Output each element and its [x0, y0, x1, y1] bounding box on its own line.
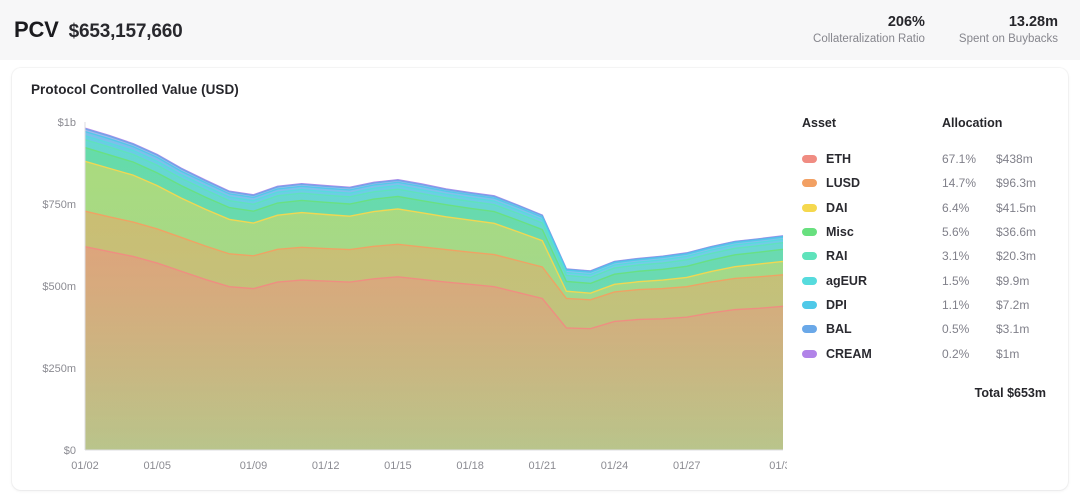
- y-axis-tick-label: $1b: [58, 117, 76, 129]
- legend-allocation-usd: $7.2m: [996, 297, 1030, 312]
- legend-row[interactable]: LUSD 14.7% $96.3m: [802, 171, 1052, 195]
- legend-row[interactable]: ETH 67.1% $438m: [802, 147, 1052, 171]
- legend-row[interactable]: agEUR 1.5% $9.9m: [802, 268, 1052, 292]
- legend-color-swatch-icon: [802, 179, 817, 188]
- legend-allocation-percent: 3.1%: [942, 249, 970, 264]
- x-axis-tick-label: 01/31: [769, 460, 787, 472]
- legend-allocation-usd: $1m: [996, 346, 1020, 361]
- legend-asset-name: CREAM: [826, 346, 872, 361]
- legend-col-asset: Asset: [802, 116, 837, 130]
- page-header: PCV $653,157,660 206% Collateralization …: [0, 0, 1080, 60]
- legend-allocation-percent: 6.4%: [942, 200, 970, 215]
- legend-asset-name: DPI: [826, 297, 847, 312]
- y-axis-tick-label: $250m: [42, 363, 76, 375]
- legend-allocation-usd: $96.3m: [996, 176, 1037, 191]
- y-axis-tick-label: $0: [64, 445, 76, 457]
- legend-asset-cell: RAI: [802, 249, 942, 263]
- legend-color-swatch-icon: [802, 252, 817, 261]
- x-axis-tick-label: 01/27: [673, 460, 701, 472]
- legend-allocation-percent: 5.6%: [942, 225, 970, 240]
- legend-header-row: Asset Allocation: [802, 112, 1052, 134]
- legend-allocation-percent: 1.1%: [942, 297, 970, 312]
- stat-spent-on-buybacks-value: 13.28m: [1008, 13, 1058, 30]
- stat-collateralization-ratio-value: 206%: [887, 13, 925, 30]
- legend-rows: ETH 67.1% $438m LUSD 14.7% $96.3m DAI 6.4% $41.5…: [802, 147, 1052, 366]
- legend-asset-cell: DPI: [802, 298, 942, 312]
- legend-row[interactable]: CREAM 0.2% $1m: [802, 341, 1052, 365]
- legend-asset-cell: BAL: [802, 322, 942, 336]
- legend-total: Total $653m: [974, 385, 1046, 400]
- x-axis-tick-label: 01/18: [456, 460, 484, 472]
- chart-area[interactable]: $0 $250m $500m $750m $1b 01/02 01/05 01/09 01/12…: [12, 110, 787, 490]
- page-title: PCV: [14, 17, 59, 42]
- legend-asset-name: RAI: [826, 249, 848, 264]
- legend-color-swatch-icon: [802, 155, 817, 164]
- legend-color-swatch-icon: [802, 203, 817, 212]
- legend-allocation-usd: $9.9m: [996, 273, 1030, 288]
- legend-asset-name: Misc: [826, 225, 854, 240]
- stat-spent-on-buybacks-label: Spent on Buybacks: [958, 32, 1058, 45]
- legend-color-swatch-icon: [802, 325, 817, 334]
- x-axis-tick-label: 01/02: [71, 460, 99, 472]
- pcv-chart-card: Protocol Controlled Value (USD) $0 $250m $…: [12, 68, 1068, 490]
- legend-color-swatch-icon: [802, 228, 817, 237]
- legend-asset-cell: LUSD: [802, 176, 942, 190]
- header-stats: 206% Collateralization Ratio 13.28m Spen…: [813, 13, 1058, 48]
- legend-row[interactable]: Misc 5.6% $36.6m: [802, 220, 1052, 244]
- legend-row[interactable]: DPI 1.1% $7.2m: [802, 293, 1052, 317]
- y-axis-tick-label: $750m: [42, 199, 76, 211]
- legend-row[interactable]: DAI 6.4% $41.5m: [802, 196, 1052, 220]
- legend-allocation-percent: 0.5%: [942, 322, 970, 337]
- legend-allocation-percent: 1.5%: [942, 273, 970, 288]
- x-axis-tick-label: 01/09: [240, 460, 268, 472]
- asset-legend-panel: Asset Allocation ETH 67.1% $438m LUSD 14.7% $…: [802, 112, 1052, 400]
- legend-color-swatch-icon: [802, 300, 817, 309]
- x-axis-tick-label: 01/15: [384, 460, 412, 472]
- legend-asset-name: agEUR: [826, 273, 867, 288]
- legend-asset-name: LUSD: [826, 176, 861, 191]
- legend-allocation-usd: $20.3m: [996, 249, 1037, 264]
- legend-allocation-percent: 67.1%: [942, 152, 977, 167]
- pcv-dashboard-page: PCV $653,157,660 206% Collateralization …: [0, 0, 1080, 503]
- x-axis-tick-label: 01/12: [312, 460, 340, 472]
- legend-color-swatch-icon: [802, 276, 817, 285]
- legend-asset-cell: agEUR: [802, 274, 942, 288]
- legend-asset-name: ETH: [826, 152, 851, 167]
- legend-asset-cell: ETH: [802, 152, 942, 166]
- x-axis-tick-label: 01/24: [601, 460, 629, 472]
- legend-allocation-usd: $438m: [996, 152, 1033, 167]
- stacked-area-chart[interactable]: $0 $250m $500m $750m $1b 01/02 01/05 01/09 01/12…: [12, 110, 787, 490]
- legend-allocation-percent: 0.2%: [942, 346, 970, 361]
- y-axis-tick-label: $500m: [42, 281, 76, 293]
- pcv-total-value: $653,157,660: [68, 21, 183, 42]
- header-left: PCV $653,157,660: [14, 17, 183, 43]
- legend-color-swatch-icon: [802, 349, 817, 358]
- legend-allocation-percent: 14.7%: [942, 176, 977, 191]
- legend-col-allocation: Allocation: [942, 116, 1003, 130]
- stat-collateralization-ratio-label: Collateralization Ratio: [813, 32, 925, 45]
- legend-row[interactable]: BAL 0.5% $3.1m: [802, 317, 1052, 341]
- legend-asset-name: DAI: [826, 200, 848, 215]
- x-axis-tick-label: 01/05: [143, 460, 171, 472]
- legend-allocation-usd: $36.6m: [996, 225, 1037, 240]
- x-axis-tick-label: 01/21: [529, 460, 557, 472]
- stat-spent-on-buybacks: 13.28m Spent on Buybacks: [959, 13, 1058, 48]
- legend-asset-name: BAL: [826, 322, 852, 337]
- stat-collateralization-ratio: 206% Collateralization Ratio: [813, 13, 925, 48]
- legend-asset-cell: Misc: [802, 225, 942, 239]
- legend-asset-cell: DAI: [802, 201, 942, 215]
- legend-allocation-usd: $3.1m: [996, 322, 1030, 337]
- legend-row[interactable]: RAI 3.1% $20.3m: [802, 244, 1052, 268]
- legend-asset-cell: CREAM: [802, 347, 942, 361]
- legend-allocation-usd: $41.5m: [996, 200, 1037, 215]
- chart-title: Protocol Controlled Value (USD): [31, 82, 239, 97]
